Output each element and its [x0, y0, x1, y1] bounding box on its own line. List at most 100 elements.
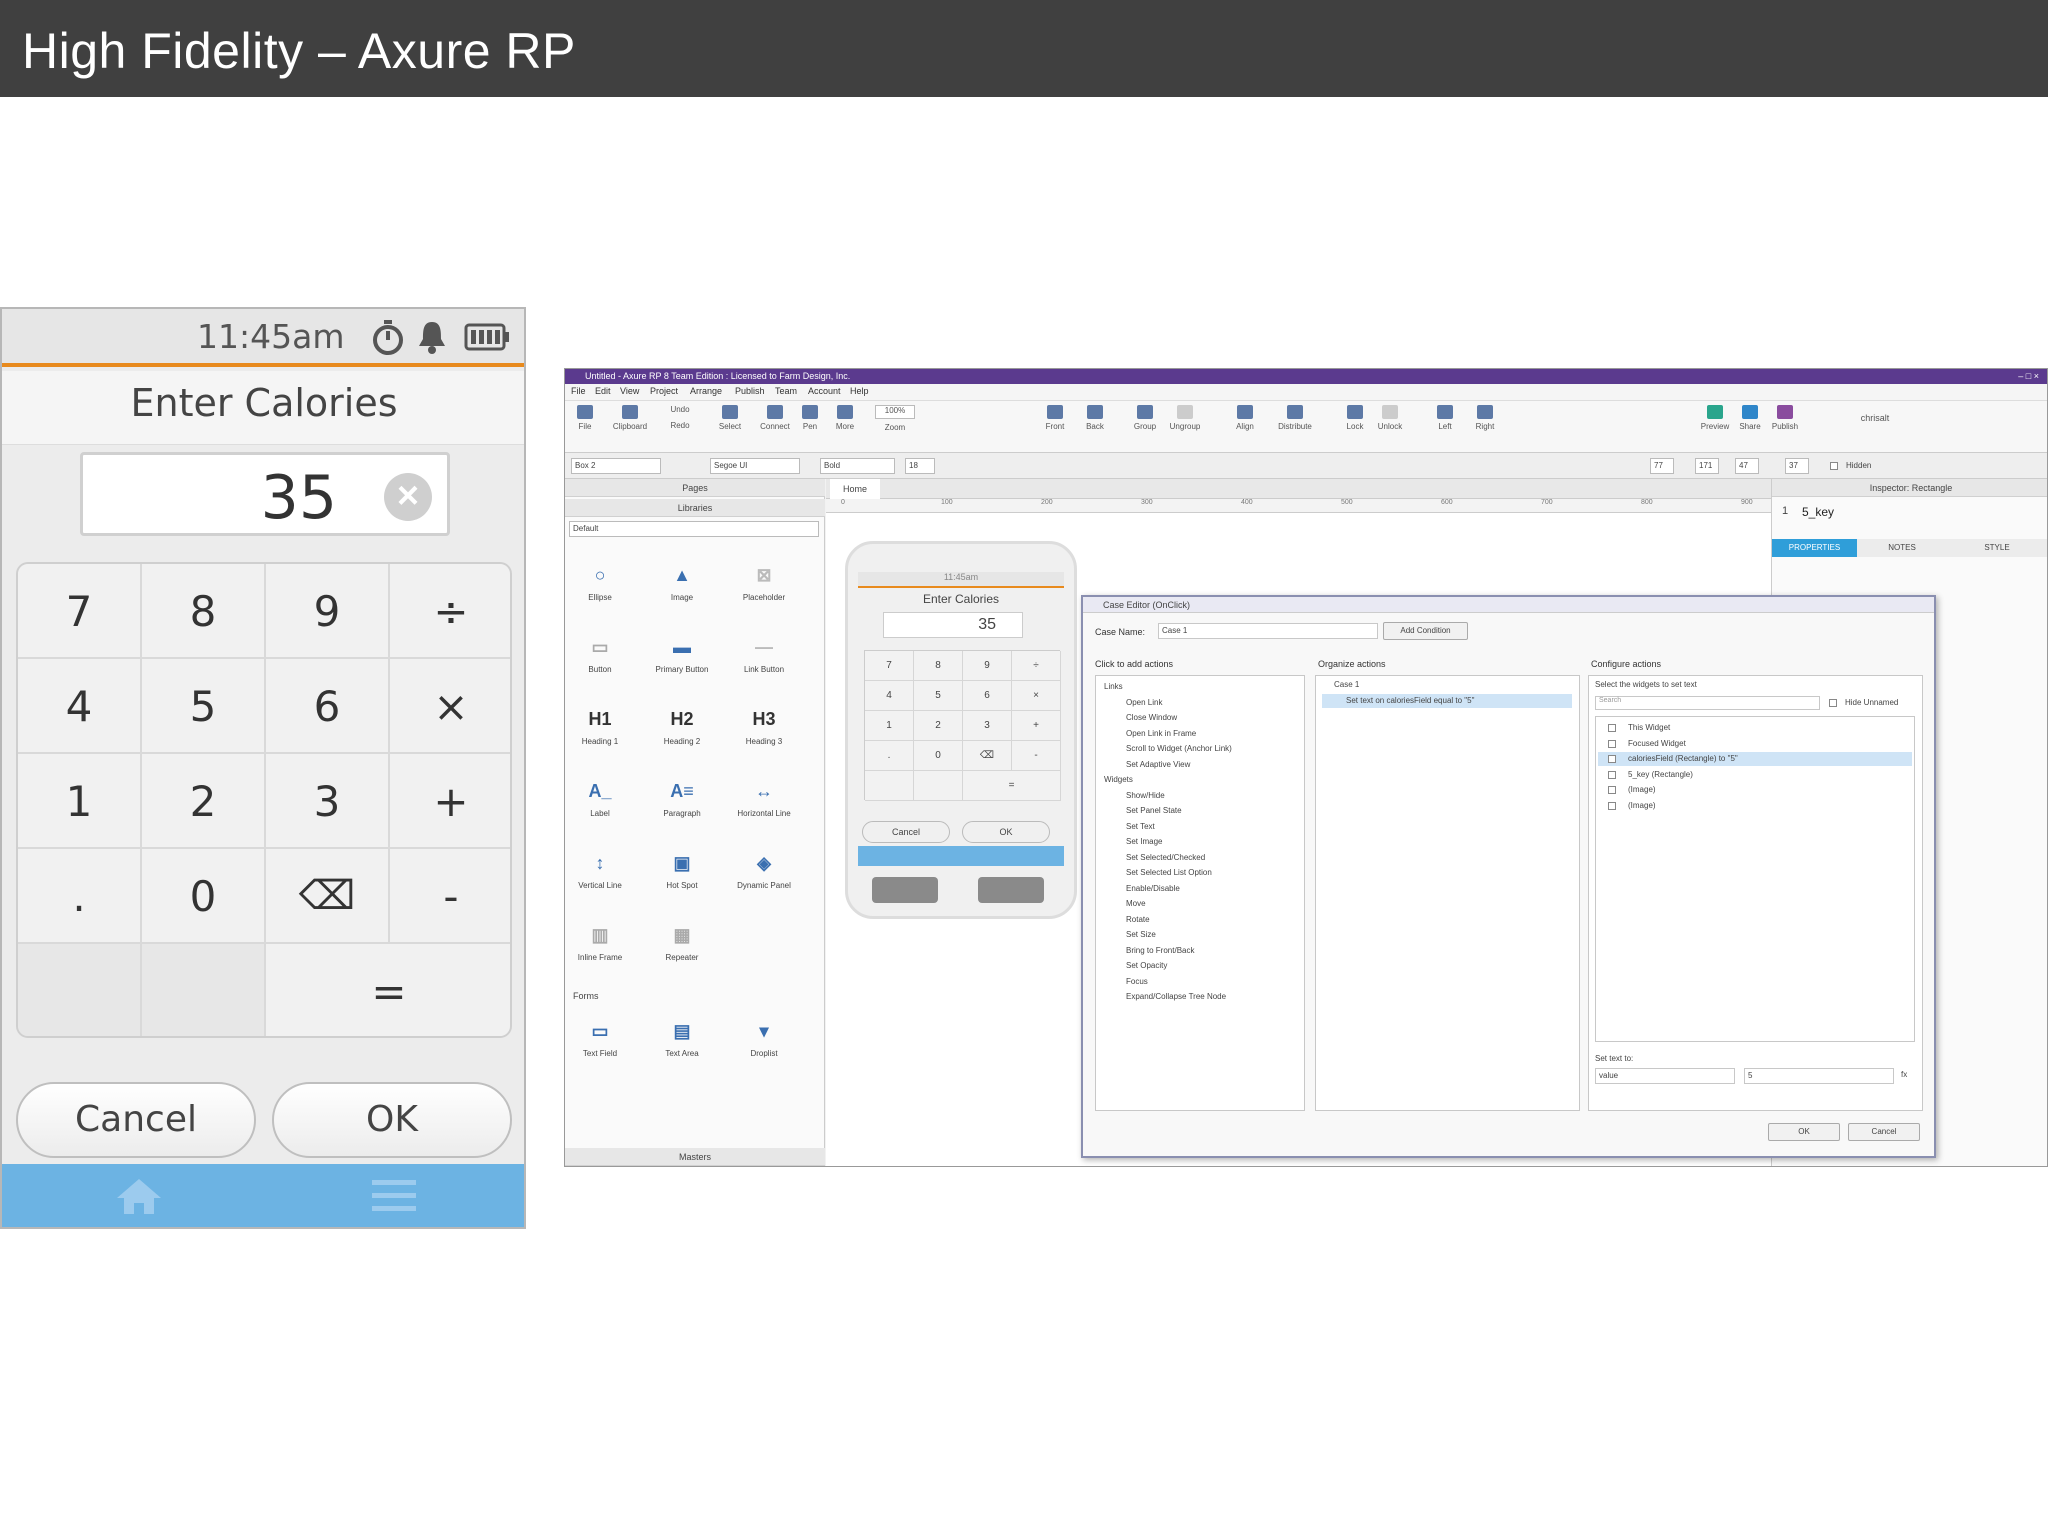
target-checkbox[interactable] [1608, 801, 1616, 810]
distribute-button[interactable]: Distribute [1270, 405, 1320, 431]
menu-icon[interactable] [372, 1178, 416, 1214]
user-account[interactable]: chrisalt [1840, 413, 1910, 423]
library-select[interactable]: Default [569, 521, 819, 537]
mini-key[interactable]: + [1012, 711, 1061, 741]
menu-arrange[interactable]: Arrange [690, 386, 722, 396]
menu-help[interactable]: Help [850, 386, 869, 396]
value-input[interactable]: 5 [1744, 1068, 1894, 1084]
menu-edit[interactable]: Edit [595, 386, 611, 396]
mini-key[interactable] [865, 771, 914, 801]
share-button[interactable]: Share [1730, 405, 1770, 431]
target-checkbox[interactable] [1608, 755, 1616, 763]
tab-notes[interactable]: NOTES [1867, 539, 1937, 557]
ungroup-button[interactable]: Ungroup [1165, 405, 1205, 431]
front-button[interactable]: Front [1035, 405, 1075, 431]
widget-text-field[interactable]: ▭ Text Field [565, 1019, 635, 1058]
target-widget-row[interactable]: Focused Widget [1598, 737, 1912, 751]
menu-team[interactable]: Team [775, 386, 797, 396]
action-item[interactable]: Enable/Disable [1126, 884, 1180, 893]
key-5[interactable]: 5 [142, 659, 266, 754]
mini-key[interactable]: . [865, 741, 914, 771]
y-field[interactable]: 171 [1695, 458, 1719, 474]
action-item[interactable]: Set Selected/Checked [1126, 853, 1205, 862]
case-node[interactable]: Case 1 [1334, 680, 1359, 689]
action-item[interactable]: Show/Hide [1126, 791, 1165, 800]
organize-actions-tree[interactable]: Case 1 Set text on caloriesField equal t… [1315, 675, 1580, 1111]
hidden-checkbox[interactable]: Hidden [1830, 461, 1871, 470]
action-item[interactable]: Widgets [1104, 775, 1133, 784]
action-item[interactable]: Set Adaptive View [1126, 760, 1190, 769]
tab-style[interactable]: STYLE [1962, 539, 2032, 557]
menu-account[interactable]: Account [808, 386, 841, 396]
action-item[interactable]: Links [1104, 682, 1123, 691]
target-checkbox[interactable] [1608, 786, 1616, 794]
actions-tree[interactable]: Links Open Link Close Window Open Link in F… [1095, 675, 1305, 1111]
mini-key[interactable]: 9 [963, 651, 1012, 681]
widget-primary-button[interactable]: ▬ Primary Button [647, 635, 717, 674]
target-checkbox[interactable] [1608, 770, 1616, 779]
action-item[interactable]: Rotate [1126, 915, 1150, 924]
widget-inline-frame[interactable]: ▥ Inline Frame [565, 923, 635, 962]
weight-select[interactable]: Bold [820, 458, 895, 474]
menu-project[interactable]: Project [650, 386, 678, 396]
widget-button[interactable]: ▭ Button [565, 635, 635, 674]
widget-name-field[interactable]: 5_key [1802, 505, 1834, 519]
key-4[interactable]: 4 [18, 659, 142, 754]
widget-label[interactable]: A_ Label [565, 779, 635, 818]
key-plus[interactable]: + [390, 754, 510, 849]
connect-button[interactable]: Connect [755, 405, 795, 431]
target-widget-row[interactable]: (Image) [1598, 783, 1912, 797]
key-1[interactable]: 1 [18, 754, 142, 849]
undo-button[interactable]: Undo [660, 405, 700, 414]
key-2[interactable]: 2 [142, 754, 266, 849]
font-select[interactable]: Segoe UI [710, 458, 800, 474]
widget-placeholder[interactable]: ⊠ Placeholder [729, 563, 799, 602]
key-minus[interactable]: - [390, 849, 510, 944]
widget-search-input[interactable]: Search [1595, 696, 1820, 710]
pen-button[interactable]: Pen [790, 405, 830, 431]
key-3[interactable]: 3 [266, 754, 390, 849]
cancel-button[interactable]: Cancel [1848, 1123, 1920, 1141]
window-controls[interactable]: – □ × [2018, 369, 2039, 384]
mini-key[interactable]: 3 [963, 711, 1012, 741]
target-widget-row[interactable]: This Widget [1598, 721, 1912, 735]
x-field[interactable]: 77 [1650, 458, 1674, 474]
menu-view[interactable]: View [620, 386, 639, 396]
mini-key[interactable]: 0 [914, 741, 963, 771]
widget-droplist[interactable]: ▾ Droplist [729, 1019, 799, 1058]
mini-key[interactable]: 6 [963, 681, 1012, 711]
left-button[interactable]: Left [1425, 405, 1465, 431]
group-button[interactable]: Group [1125, 405, 1165, 431]
mini-key[interactable]: 4 [865, 681, 914, 711]
clear-icon[interactable]: × [384, 473, 432, 521]
mini-key[interactable]: = [963, 771, 1061, 801]
selected-action-row[interactable]: Set text on caloriesField equal to "5" [1322, 694, 1572, 708]
key-7[interactable]: 7 [18, 564, 142, 659]
font-size-select[interactable]: 18 [905, 458, 935, 474]
value-type-select[interactable]: value [1595, 1068, 1735, 1084]
hide-unnamed-checkbox[interactable]: Hide Unnamed [1829, 698, 1898, 707]
select-button[interactable]: Select [705, 405, 755, 431]
action-item[interactable]: Open Link [1126, 698, 1162, 707]
home-icon[interactable] [114, 1176, 164, 1216]
back-button[interactable]: Back [1075, 405, 1115, 431]
canvas-phone-mockup[interactable]: 11:45am Enter Calories 35 7 8 9 ÷ 4 5 6 × 1 2 3 +. 0… [845, 541, 1077, 919]
clipboard-button[interactable]: Clipboard [605, 405, 655, 431]
mini-key[interactable]: ÷ [1012, 651, 1061, 681]
forms-section[interactable]: Forms [573, 991, 599, 1001]
mini-key[interactable]: 5 [914, 681, 963, 711]
mini-key[interactable]: - [1012, 741, 1061, 771]
key-8[interactable]: 8 [142, 564, 266, 659]
h-field[interactable]: 37 [1785, 458, 1809, 474]
widget-text-area[interactable]: ▤ Text Area [647, 1019, 717, 1058]
target-widget-row[interactable]: caloriesField (Rectangle) to "5" [1598, 752, 1912, 766]
lock-button[interactable]: Lock [1335, 405, 1375, 431]
action-item[interactable]: Focus [1126, 977, 1148, 986]
mini-cancel-button[interactable]: Cancel [862, 821, 950, 843]
mini-key[interactable]: 7 [865, 651, 914, 681]
mini-key[interactable]: ⌫ [963, 741, 1012, 771]
key-equals[interactable]: = [266, 944, 510, 1036]
align-button[interactable]: Align [1225, 405, 1265, 431]
action-item[interactable]: Scroll to Widget (Anchor Link) [1126, 744, 1232, 753]
unlock-button[interactable]: Unlock [1370, 405, 1410, 431]
